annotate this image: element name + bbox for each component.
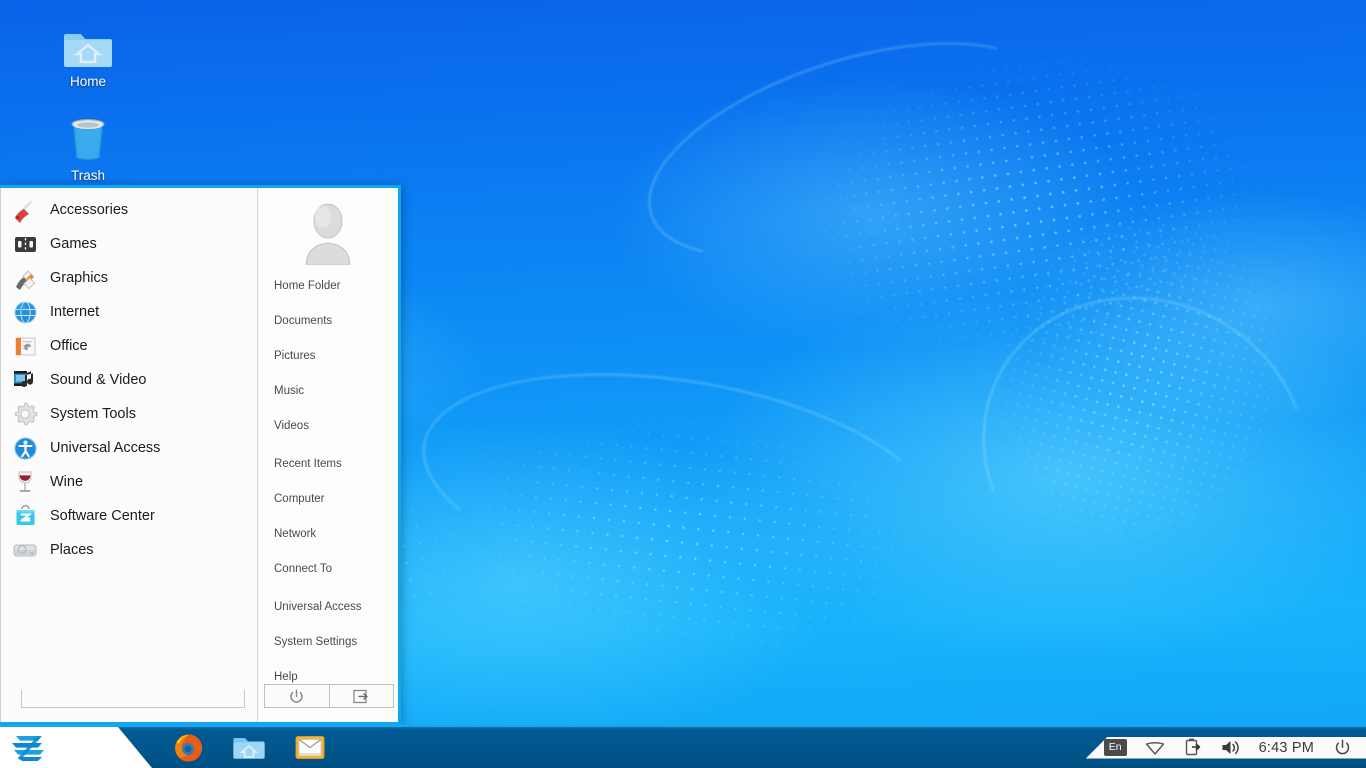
menu-item-universal-access[interactable]: Universal Access xyxy=(1,431,257,465)
menu-item-label: Places xyxy=(50,542,94,558)
menu-item-label: Games xyxy=(50,236,97,252)
avatar[interactable] xyxy=(258,188,398,268)
menu-item-wine[interactable]: Wine xyxy=(1,465,257,499)
places-item-label: Documents xyxy=(274,314,333,327)
wine-glass-icon xyxy=(10,467,40,497)
menu-item-label: Universal Access xyxy=(50,440,161,456)
taskbar-launchers xyxy=(172,732,326,764)
keyboard-layout-indicator[interactable]: En xyxy=(1103,739,1127,756)
menu-item-label: Internet xyxy=(50,304,100,320)
home-folder-icon xyxy=(42,18,134,70)
wallpaper-wisp xyxy=(406,340,954,630)
places-item-label: Videos xyxy=(274,419,309,432)
places-item-connect-to[interactable]: Connect To xyxy=(258,551,398,586)
menu-category-list: Accessories Games Graphics Internet Offi… xyxy=(0,188,258,722)
menu-item-places[interactable]: Places xyxy=(1,533,257,567)
places-item-label: Computer xyxy=(274,492,325,505)
accessibility-icon xyxy=(10,433,40,463)
gamepad-icon xyxy=(10,229,40,259)
volume-icon[interactable] xyxy=(1221,738,1241,758)
start-button[interactable] xyxy=(0,727,152,768)
taskbar: En 6:43 PM xyxy=(0,725,1366,768)
swiss-knife-icon xyxy=(10,195,40,225)
wallpaper-particles xyxy=(310,289,1150,768)
menu-item-label: Accessories xyxy=(50,202,129,218)
logout-icon xyxy=(353,689,368,703)
desktop-icon-home[interactable]: Home xyxy=(42,18,134,89)
places-item-music[interactable]: Music xyxy=(258,373,398,408)
file-manager-icon xyxy=(233,738,265,759)
zorin-logo-icon xyxy=(12,735,44,761)
software-bag-icon xyxy=(10,501,40,531)
user-avatar-icon xyxy=(305,203,351,265)
menu-item-internet[interactable]: Internet xyxy=(1,295,257,329)
mail-launcher[interactable] xyxy=(294,732,326,764)
film-music-icon xyxy=(10,365,40,395)
places-item-label: Network xyxy=(274,527,317,540)
places-item-pictures[interactable]: Pictures xyxy=(258,338,398,373)
wallpaper-wisp xyxy=(930,242,1360,658)
power-icon[interactable] xyxy=(1332,738,1352,758)
paintbrush-icon xyxy=(10,263,40,293)
menu-item-system-tools[interactable]: System Tools xyxy=(1,397,257,431)
hard-drive-icon xyxy=(10,535,40,565)
menu-item-graphics[interactable]: Graphics xyxy=(1,261,257,295)
places-item-videos[interactable]: Videos xyxy=(258,408,398,443)
firefox-launcher[interactable] xyxy=(172,732,204,764)
places-item-label: Universal Access xyxy=(274,600,362,613)
places-item-label: Connect To xyxy=(274,562,332,575)
gear-icon xyxy=(10,399,40,429)
places-item-label: Pictures xyxy=(274,349,316,362)
mail-icon xyxy=(295,736,325,759)
logout-button[interactable] xyxy=(329,684,394,708)
power-icon xyxy=(290,688,303,703)
wallpaper-wisp xyxy=(622,0,1078,301)
wifi-icon[interactable] xyxy=(1145,738,1165,758)
places-item-label: Music xyxy=(274,384,305,397)
menu-item-label: Sound & Video xyxy=(50,372,147,388)
places-item-recent-items[interactable]: Recent Items xyxy=(258,446,398,481)
menu-item-label: Software Center xyxy=(50,508,155,524)
places-item-label: Home Folder xyxy=(274,279,341,292)
desktop-icon-label: Home xyxy=(69,74,106,89)
shutdown-button[interactable] xyxy=(264,684,330,708)
menu-item-label: Graphics xyxy=(50,270,109,286)
firefox-icon xyxy=(174,734,202,762)
wallpaper-particles xyxy=(844,69,1366,691)
globe-icon xyxy=(10,297,40,327)
places-item-network[interactable]: Network xyxy=(258,516,398,551)
trash-bin-icon xyxy=(42,112,134,164)
menu-places-panel: Home Folder Documents Pictures Music Vid… xyxy=(258,188,398,722)
places-item-system-settings[interactable]: System Settings xyxy=(258,624,398,659)
menu-item-label: Wine xyxy=(50,474,84,490)
desktop[interactable]: Home Trash Accessories Games Graphics In… xyxy=(0,0,1366,768)
desktop-icon-trash[interactable]: Trash xyxy=(42,112,134,183)
system-tray: En 6:43 PM xyxy=(1085,736,1366,759)
removable-device-icon[interactable] xyxy=(1183,738,1203,758)
menu-item-label: Office xyxy=(50,338,88,354)
menu-item-sound-video[interactable]: Sound & Video xyxy=(1,363,257,397)
menu-item-label: System Tools xyxy=(50,406,136,422)
places-item-home-folder[interactable]: Home Folder xyxy=(258,268,398,303)
clock[interactable]: 6:43 PM xyxy=(1259,740,1314,756)
desktop-icon-label: Trash xyxy=(70,168,105,183)
menu-item-games[interactable]: Games xyxy=(1,227,257,261)
menu-item-software-center[interactable]: Software Center xyxy=(1,499,257,533)
wallpaper-particles xyxy=(590,0,1366,521)
application-menu[interactable]: Accessories Games Graphics Internet Offi… xyxy=(0,185,401,725)
places-item-documents[interactable]: Documents xyxy=(258,303,398,338)
places-item-label: System Settings xyxy=(274,635,358,648)
menu-session-buttons xyxy=(264,684,394,708)
places-item-universal-access[interactable]: Universal Access xyxy=(258,589,398,624)
places-item-label: Help xyxy=(274,670,298,683)
places-item-label: Recent Items xyxy=(274,457,342,470)
menu-item-office[interactable]: Office xyxy=(1,329,257,363)
places-item-computer[interactable]: Computer xyxy=(258,481,398,516)
menu-search-input[interactable] xyxy=(21,690,245,708)
menu-item-accessories[interactable]: Accessories xyxy=(1,193,257,227)
document-icon xyxy=(10,331,40,361)
file-manager-launcher[interactable] xyxy=(233,732,265,764)
